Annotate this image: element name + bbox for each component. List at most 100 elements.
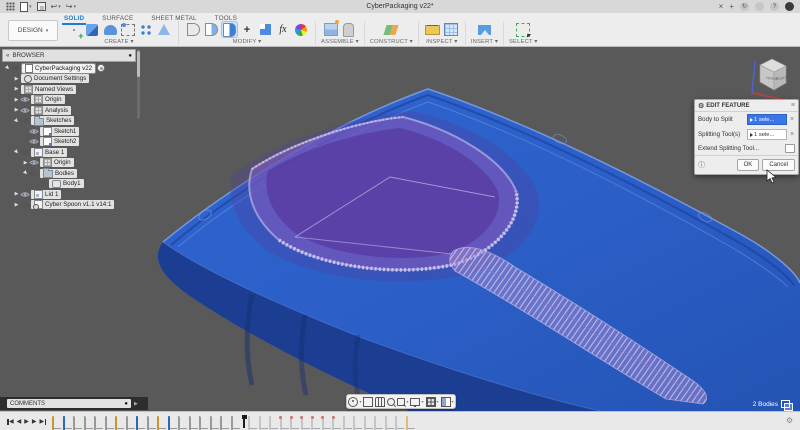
timeline-feature-sketch[interactable] [115, 417, 124, 429]
browser-item-base-1[interactable]: ▶Base 1 [2, 147, 136, 158]
replace-face-icon[interactable] [258, 22, 273, 37]
timeline-feature-ghost-warn[interactable] [311, 417, 320, 429]
timeline-feature-extrude[interactable] [136, 417, 145, 429]
display-settings-icon[interactable]: ▾ [410, 398, 423, 406]
item-pill[interactable]: Bodies [40, 169, 77, 178]
item-pill[interactable]: Origin [40, 158, 74, 167]
new-component-icon[interactable] [323, 22, 338, 37]
clear-selection-icon[interactable]: × [789, 131, 795, 138]
item-pill[interactable]: Origin [31, 95, 65, 104]
timeline-feature-pattern[interactable] [105, 417, 114, 429]
clear-selection-icon[interactable]: × [789, 116, 795, 123]
comments-header[interactable]: COMMENTS ● [7, 399, 131, 408]
timeline-feature-ghost[interactable] [353, 417, 362, 429]
browser-item-origin[interactable]: ▶ Origin [2, 95, 136, 106]
workspace-selector[interactable]: DESIGN▾ [8, 20, 58, 41]
sweep-icon[interactable] [121, 22, 136, 37]
browser-item-named-views[interactable]: ▶Named Views [2, 84, 136, 95]
body-to-split-field[interactable]: 1 sele... [747, 114, 787, 125]
comments-dot-icon[interactable]: ● [124, 401, 128, 407]
activate-radio-icon[interactable] [97, 64, 105, 72]
press-pull-icon[interactable] [186, 22, 201, 37]
expand-arrow-icon[interactable]: ▶ [13, 191, 20, 197]
group-label[interactable]: CONSTRUCT ▾ [370, 39, 413, 45]
plane-icon[interactable] [384, 22, 399, 37]
info-icon[interactable]: ⓘ [698, 160, 705, 170]
timeline-feature-body[interactable] [126, 417, 135, 429]
create-sketch-icon[interactable] [67, 22, 82, 37]
timeline-settings-gear-icon[interactable]: ⚙ [786, 416, 793, 425]
visibility-eye-icon[interactable] [20, 149, 30, 156]
item-pill[interactable]: Sketch2 [40, 137, 79, 146]
measure-icon[interactable] [425, 22, 440, 37]
browser-item-sketch2[interactable]: Sketch2 [2, 137, 136, 148]
browser-item-sketches[interactable]: ▶Sketches [2, 116, 136, 127]
item-pill[interactable]: Document Settings [21, 74, 89, 83]
timeline-feature-ghost[interactable] [374, 417, 383, 429]
visibility-eye-icon[interactable] [29, 170, 39, 177]
item-pill[interactable]: Named Views [21, 85, 76, 94]
item-pill[interactable]: Lid 1 [31, 190, 61, 199]
notifications-icon[interactable] [755, 2, 764, 11]
timeline-feature-fillet[interactable] [189, 417, 198, 429]
browser-item-cyber-spoon-v1-1-v14-1[interactable]: ▶Cyber Spoon v1.1 v14:1 [2, 200, 136, 211]
item-pill[interactable]: Sketch1 [40, 127, 79, 136]
timeline-feature-fillet[interactable] [84, 417, 93, 429]
group-label[interactable]: CREATE ▾ [104, 39, 133, 45]
timeline-feature-combine[interactable] [220, 417, 229, 429]
split-body-icon[interactable] [222, 22, 237, 37]
timeline-feature-ghost-orange[interactable] [406, 417, 415, 429]
parameters-icon[interactable]: fx [276, 22, 291, 37]
appearance-icon[interactable] [294, 22, 309, 37]
expand-arrow-icon[interactable]: ▶ [13, 86, 20, 92]
dialog-header[interactable]: ⚙ EDIT FEATURE ≡ [695, 100, 798, 112]
timeline-feature-fillet[interactable] [73, 417, 82, 429]
canvas-icon[interactable] [477, 22, 492, 37]
timeline-feature-ghost-warn[interactable] [280, 417, 289, 429]
extrude-icon[interactable] [85, 22, 100, 37]
browser-item-bodies[interactable]: ▶Bodies [2, 168, 136, 179]
item-pill[interactable]: Sketches [31, 116, 74, 125]
group-label[interactable]: MODIFY ▾ [233, 39, 262, 45]
expand-arrow-icon[interactable]: ▶ [13, 97, 20, 103]
pattern-icon[interactable] [139, 22, 154, 37]
fillet-icon[interactable] [204, 22, 219, 37]
group-label[interactable]: INSERT ▾ [471, 39, 498, 45]
visibility-eye-icon[interactable] [20, 107, 30, 114]
timeline-feature-ghost[interactable] [343, 417, 352, 429]
select-icon[interactable] [516, 22, 531, 37]
help-icon[interactable]: ? [770, 2, 779, 11]
timeline-feature-fillet[interactable] [147, 417, 156, 429]
timeline-feature-ghost[interactable] [385, 417, 394, 429]
group-label[interactable]: SELECT ▾ [509, 39, 538, 45]
visibility-eye-icon[interactable] [29, 128, 39, 135]
timeline-feature-ghost[interactable] [395, 417, 404, 429]
browser-item-analysis[interactable]: ▶Analysis [2, 105, 136, 116]
item-pill[interactable]: Analysis [31, 106, 71, 115]
item-pill[interactable]: CyberPackaging v22 [22, 64, 95, 73]
group-label[interactable]: INSPECT ▾ [426, 39, 457, 45]
browser-item-body1[interactable]: Body1 [2, 179, 136, 190]
primitive-icon[interactable] [157, 22, 172, 37]
timeline-feature-ghost[interactable] [248, 417, 257, 429]
browser-item-cyberpackaging-v22[interactable]: ▶CyberPackaging v22 [2, 63, 136, 74]
splitting-tools-field[interactable]: 1 sele... [747, 129, 787, 140]
expand-arrow-icon[interactable]: ▶ [13, 76, 20, 82]
ok-button[interactable]: OK [737, 159, 760, 171]
browser-scrollbar[interactable] [137, 49, 140, 119]
browser-header[interactable]: « BROWSER ● [2, 49, 136, 62]
browser-item-origin[interactable]: ▶Origin [2, 158, 136, 169]
revolve-icon[interactable] [103, 22, 118, 37]
grid-settings-icon[interactable]: ▾ [426, 397, 439, 407]
timeline-feature-extrude[interactable] [63, 417, 72, 429]
expand-arrow-icon[interactable]: ▶ [13, 202, 20, 208]
timeline-feature-sketch[interactable] [157, 417, 166, 429]
zoom-icon[interactable] [387, 398, 395, 406]
timeline-feature-ghost[interactable] [269, 417, 278, 429]
comments-expand-icon[interactable]: ▶ [134, 401, 138, 407]
timeline-feature-ghost-warn[interactable] [332, 417, 341, 429]
timeline-playhead[interactable] [243, 415, 245, 428]
group-label[interactable]: ASSEMBLE ▾ [321, 39, 359, 45]
browser-item-lid-1[interactable]: ▶ Lid 1 [2, 189, 136, 200]
browser-dot-icon[interactable]: ● [128, 53, 132, 59]
